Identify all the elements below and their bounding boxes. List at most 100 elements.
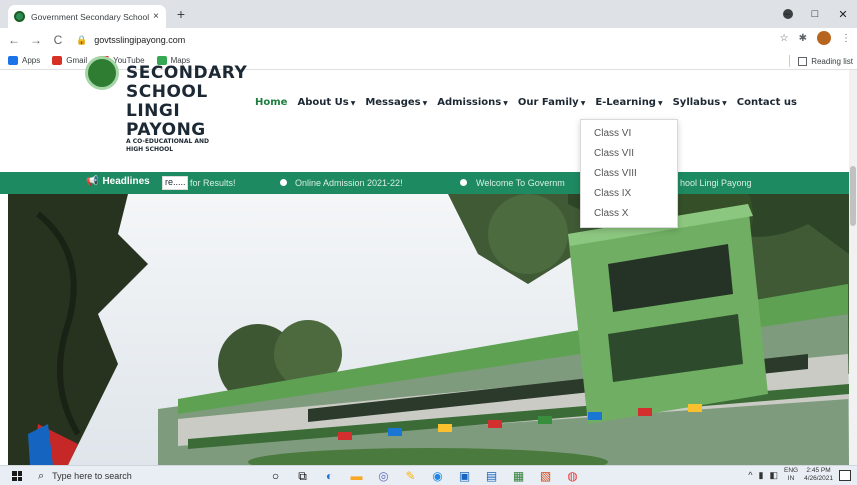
caret-down-icon: ▼	[580, 100, 586, 107]
ticker-item[interactable]: hool Lingi Payong	[680, 178, 752, 188]
bookmark-star-icon[interactable]: ☆	[780, 33, 789, 44]
gmail-icon	[52, 56, 63, 65]
photos-icon[interactable]: ▣	[451, 468, 478, 484]
excel-icon[interactable]: ▦	[505, 468, 532, 484]
menu-item-class-ix[interactable]: Class IX	[581, 184, 677, 204]
word-icon[interactable]: ▤	[478, 468, 505, 484]
windows-taskbar: ⌕ Type here to search ○ ⧉ ◐ ▬ ◎ ✎ ◉ ▣ ▤ …	[0, 465, 857, 485]
nav-contact-us[interactable]: Contact us	[737, 97, 797, 108]
lang-top: ENG	[783, 467, 799, 474]
divider	[789, 55, 791, 67]
nav-our-family[interactable]: Our Family ▼	[518, 97, 585, 108]
taskbar-clock[interactable]: 2:45 PM 4/26/2021	[804, 467, 833, 483]
menu-item-class-vi[interactable]: Class VI	[581, 124, 677, 144]
bookmark-label: Apps	[22, 56, 41, 65]
tab-strip: Government Secondary School L × + – □ ✕	[0, 0, 857, 28]
reload-button[interactable]: C	[50, 33, 66, 47]
school-tagline: A CO-EDUCATIONAL AND HIGH SCHOOL	[126, 138, 209, 154]
reading-list-button[interactable]: Reading list	[789, 55, 853, 67]
main-navigation: Home About Us ▼ Messages ▼ Admissions ▼ Our…	[255, 97, 807, 108]
back-button[interactable]: ←	[6, 33, 22, 47]
ticker-item[interactable]: for Results!	[190, 178, 236, 188]
language-indicator[interactable]: ENG IN	[784, 467, 798, 483]
url-text[interactable]: govtsslingipayong.com	[94, 35, 185, 45]
school-name[interactable]: SECONDARY SCHOOL LINGI PAYONG	[126, 64, 247, 140]
caret-down-icon: ▼	[722, 100, 727, 107]
network-icon[interactable]: ▮	[759, 470, 764, 481]
reading-list-icon	[798, 56, 808, 66]
browser-menu-icon[interactable]: ⋮	[841, 33, 851, 44]
cortana-icon[interactable]: ○	[262, 468, 289, 484]
headline-ticker: 📢 Headlines re..... for Results! Online …	[0, 172, 857, 194]
extensions-icon[interactable]: ✱	[799, 33, 807, 44]
powerpoint-icon[interactable]: ▧	[532, 468, 559, 484]
maximize-button[interactable]: □	[801, 8, 829, 20]
nav-about-us[interactable]: About Us ▼	[297, 97, 355, 108]
browser-tab[interactable]: Government Secondary School L ×	[8, 5, 166, 28]
lang-bottom: IN	[787, 475, 795, 482]
toolbar-actions: ☆ ✱ ⋮	[780, 31, 851, 45]
menu-item-class-vii[interactable]: Class VII	[581, 144, 677, 164]
chrome-icon[interactable]: ◍	[559, 468, 586, 484]
menu-item-class-x[interactable]: Class X	[581, 204, 677, 224]
forward-button[interactable]: →	[28, 33, 44, 47]
nav-messages[interactable]: Messages ▼	[365, 97, 427, 108]
caret-down-icon: ▼	[350, 100, 356, 107]
bookmark-apps[interactable]: Apps	[8, 56, 40, 65]
lock-icon[interactable]: 🔒	[76, 35, 87, 46]
nav-label: About Us	[297, 97, 349, 108]
apps-grid-icon	[8, 56, 18, 65]
caret-down-icon: ▼	[657, 100, 663, 107]
volume-icon[interactable]: ◧	[769, 470, 778, 481]
paint-icon[interactable]: ✎	[397, 468, 424, 484]
caret-down-icon: ▼	[422, 100, 428, 107]
reading-list-label: Reading list	[811, 56, 853, 66]
tab-close-icon[interactable]: ×	[153, 11, 159, 22]
e-learning-dropdown: Class VI Class VII Class VIII Class IX C…	[580, 119, 678, 228]
page-scrollbar[interactable]	[849, 70, 857, 465]
windows-start-icon[interactable]	[12, 471, 22, 481]
search-icon: ⌕	[38, 469, 45, 482]
nav-syllabus[interactable]: Syllabus ▼	[673, 97, 727, 108]
ticker-item[interactable]: Online Admission 2021-22!	[295, 178, 403, 188]
task-view-icon[interactable]: ⧉	[289, 468, 316, 484]
nav-label: Syllabus	[672, 97, 721, 108]
ticker-item[interactable]: Welcome To Governm	[476, 178, 565, 188]
system-tray: ^ ▮ ◧ ENG IN 2:45 PM 4/26/2021	[748, 467, 851, 483]
nav-label: Admissions	[437, 97, 502, 108]
tab-title: Government Secondary School L	[31, 11, 149, 22]
address-bar[interactable]: 🔒 govtsslingipayong.com	[76, 31, 766, 49]
app-icon[interactable]: ◎	[370, 468, 397, 484]
school-name-line: SCHOOL	[126, 82, 208, 102]
nav-e-learning[interactable]: E-Learning ▼	[595, 97, 662, 108]
hero-illustration	[8, 194, 849, 465]
minimize-button[interactable]: –	[773, 8, 801, 20]
school-name-line: LINGI	[126, 101, 181, 121]
headlines-text: Headlines	[102, 176, 150, 187]
bookmark-label: Gmail	[66, 56, 88, 65]
taskbar-search[interactable]: ⌕ Type here to search	[38, 468, 243, 484]
school-logo-icon[interactable]	[85, 56, 119, 90]
edge-icon[interactable]: ◐	[316, 468, 343, 484]
nav-label: Contact us	[736, 97, 797, 108]
scrollbar-thumb[interactable]	[850, 166, 856, 226]
close-window-button[interactable]: ✕	[829, 8, 857, 21]
clock-time: 2:45 PM	[806, 467, 831, 474]
site-header: SECONDARY SCHOOL LINGI PAYONG A CO-EDUCA…	[0, 56, 857, 172]
taskbar-search-placeholder[interactable]: Type here to search	[52, 471, 132, 481]
megaphone-icon: 📢	[86, 176, 99, 187]
profile-avatar[interactable]	[817, 31, 831, 45]
tray-expand-icon[interactable]: ^	[748, 470, 752, 480]
media-player-icon[interactable]: ◉	[424, 468, 451, 484]
nav-home[interactable]: Home	[255, 97, 287, 108]
nav-admissions[interactable]: Admissions ▼	[437, 97, 508, 108]
nav-label: Home	[255, 97, 288, 108]
ticker-search-input[interactable]: re.....	[162, 176, 188, 190]
menu-item-class-viii[interactable]: Class VIII	[581, 164, 677, 184]
new-tab-button[interactable]: +	[173, 6, 189, 22]
bullet-icon	[460, 179, 467, 186]
notification-center-icon[interactable]	[839, 469, 851, 481]
bullet-icon	[280, 179, 287, 186]
bookmark-gmail[interactable]: Gmail	[52, 56, 87, 65]
file-explorer-icon[interactable]: ▬	[343, 468, 370, 484]
